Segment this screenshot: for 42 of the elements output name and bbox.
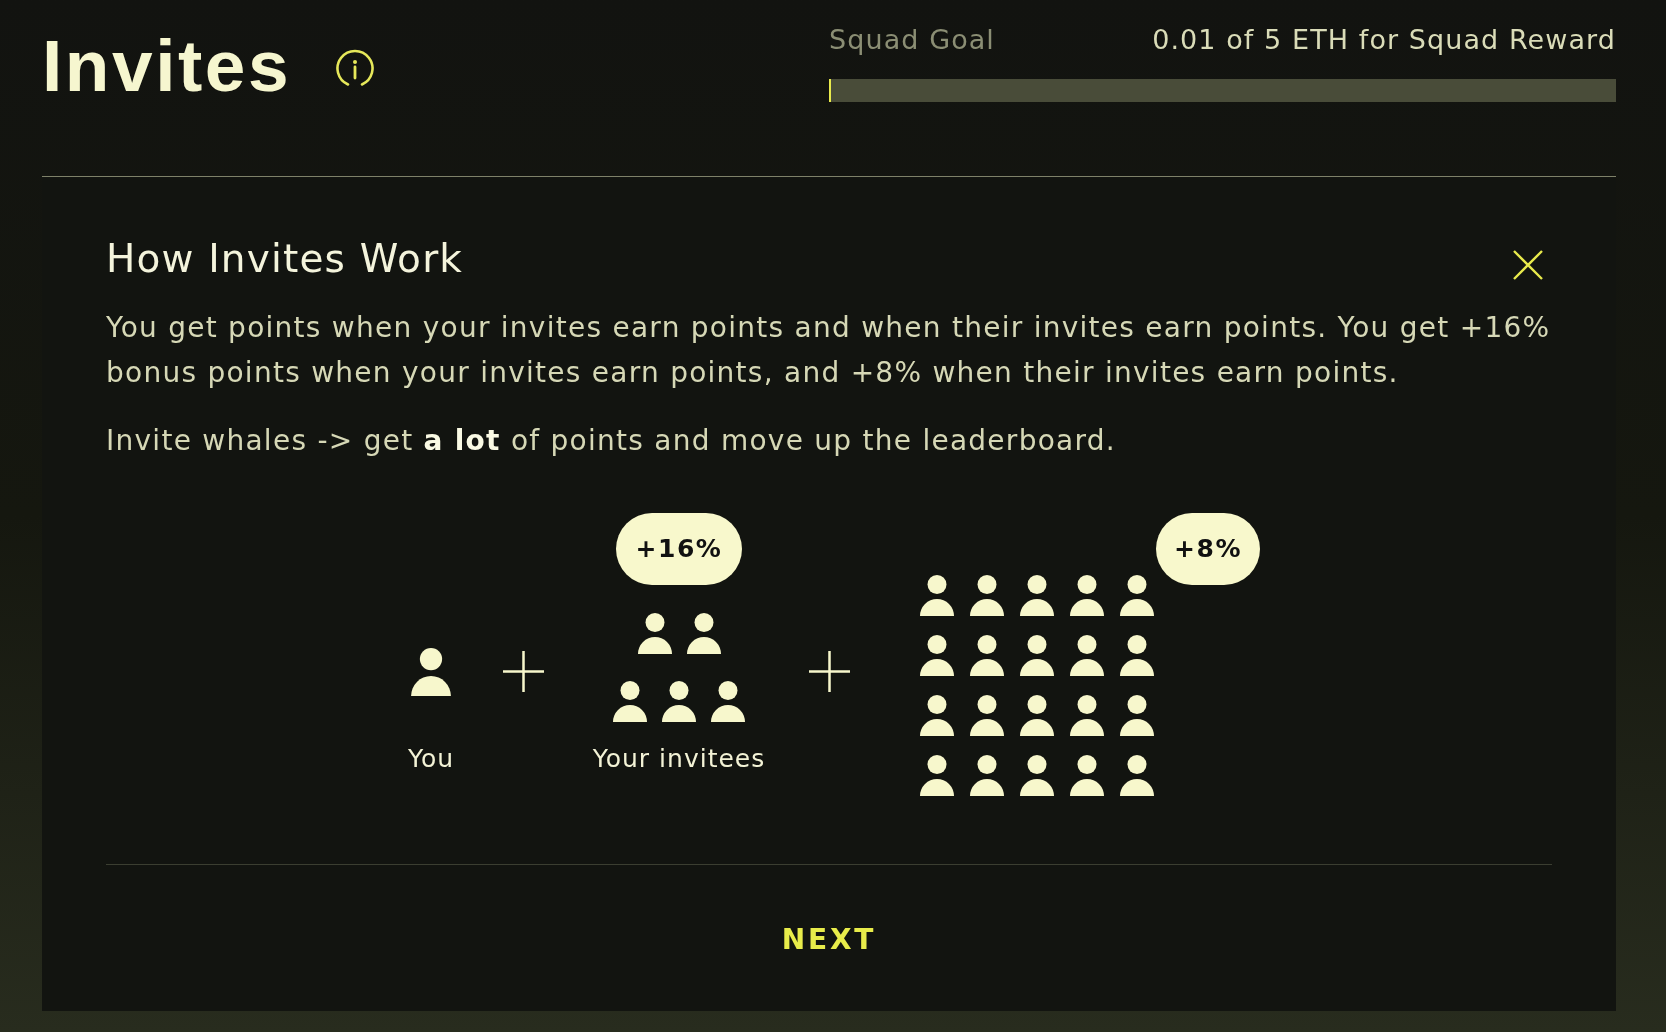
plus-icon [809, 651, 850, 692]
person-icon [637, 613, 672, 654]
person-icon [1020, 755, 1054, 796]
person-icon [970, 755, 1004, 796]
person-icon [1120, 575, 1154, 616]
person-icon [970, 695, 1004, 736]
person-icon [1020, 575, 1054, 616]
group-label: Your invitees [592, 744, 766, 774]
person-icon [1020, 695, 1054, 736]
squad-goal-label: Squad Goal [829, 22, 995, 57]
person-icon [411, 648, 451, 696]
person-icon [662, 681, 696, 722]
person-icon [1070, 695, 1104, 736]
person-icon [920, 755, 954, 796]
plus-icon [503, 651, 544, 692]
person-icon [1020, 635, 1054, 676]
person-icon [613, 681, 647, 722]
next-button[interactable]: NEXT [761, 914, 897, 965]
squad-goal-progress-text: 0.01 of 5 ETH for Squad Reward [1152, 22, 1616, 57]
explanation-text: You get points when your invites earn points and when their invites earn points. You get +16% bonus points when your invites earn points, and +8% when their invites earn points. [106, 310, 1552, 391]
person-icon [970, 575, 1004, 616]
page-title: Invites [42, 29, 292, 102]
person-icon [920, 695, 954, 736]
percent-badge: +8% [1156, 513, 1260, 585]
person-icon [920, 635, 954, 676]
info-icon[interactable] [335, 48, 376, 89]
person-icon [1070, 575, 1104, 616]
group-label: You [407, 744, 455, 774]
person-icon [970, 635, 1004, 676]
close-icon [1513, 250, 1543, 280]
person-icon [711, 681, 745, 722]
person-icon [686, 613, 721, 654]
percent-badge: +16% [616, 513, 742, 585]
close-button[interactable] [1513, 250, 1543, 280]
person-icon [1120, 635, 1154, 676]
person-icon [1070, 635, 1104, 676]
person-icon [920, 575, 954, 616]
tip-text: Invite whales -> get a lot of points and move up the leaderboard. [106, 423, 1116, 459]
card-title: How Invites Work [106, 235, 464, 283]
person-icon [1070, 755, 1104, 796]
person-icon [1120, 695, 1154, 736]
person-icon [1120, 755, 1154, 796]
